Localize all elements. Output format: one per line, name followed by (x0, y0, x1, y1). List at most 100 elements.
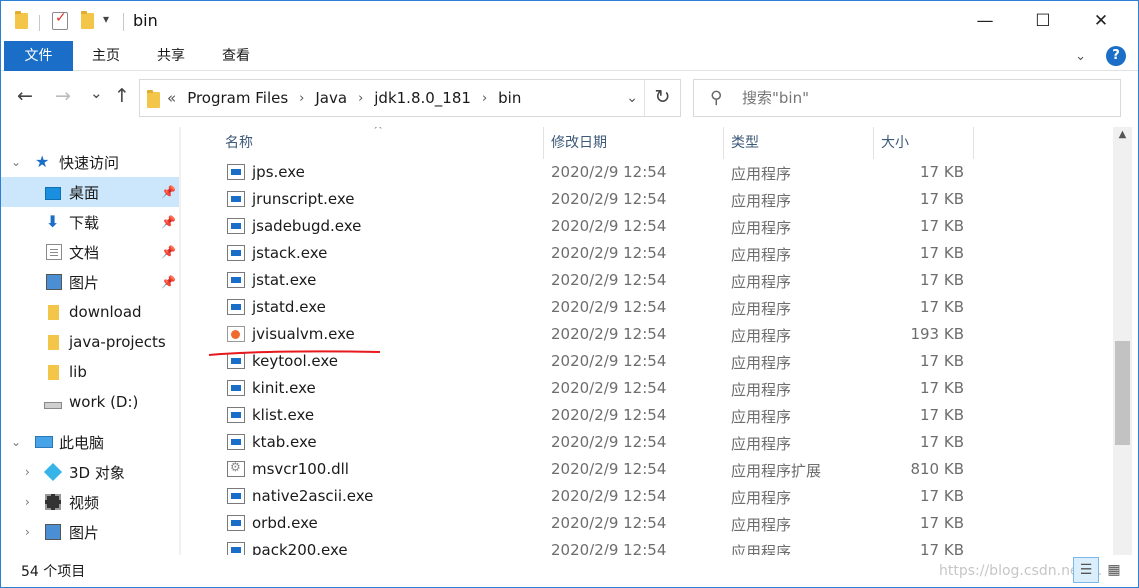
table-row[interactable]: native2ascii.exe 2020/2/9 12:54 应用程序 17 KB (201, 483, 1113, 510)
forward-arrow-icon[interactable]: → (55, 85, 71, 107)
chevron-right-icon[interactable]: › (299, 91, 304, 106)
table-row[interactable]: ktab.exe 2020/2/9 12:54 应用程序 17 KB (201, 429, 1113, 456)
table-row[interactable]: jstack.exe 2020/2/9 12:54 应用程序 17 KB (201, 240, 1113, 267)
folder-icon (48, 364, 59, 380)
help-icon[interactable]: ? (1106, 46, 1126, 66)
up-arrow-icon[interactable]: ↑ (114, 85, 130, 107)
exe-file-icon (227, 488, 245, 504)
chevron-right-icon[interactable]: › (25, 495, 30, 509)
sidebar-item-desktop[interactable]: 桌面 📌 (1, 177, 179, 207)
back-arrow-icon[interactable]: ← (17, 85, 33, 107)
sidebar-item-work-drive[interactable]: work (D:) (1, 387, 179, 417)
scroll-up-icon[interactable]: ▲ (1113, 129, 1132, 140)
column-divider[interactable] (873, 127, 874, 159)
column-divider[interactable] (723, 127, 724, 159)
maximize-button[interactable]: ☐ (1014, 1, 1072, 41)
sidebar-item-documents[interactable]: 文档 📌 (1, 237, 179, 267)
window-title: bin (133, 11, 158, 30)
address-dropdown-icon[interactable]: ⌄ (626, 90, 638, 106)
quick-access-dropdown-icon[interactable]: ▾ (103, 12, 109, 26)
column-header-name[interactable]: 名称 (225, 127, 541, 159)
properties-icon[interactable] (52, 10, 68, 30)
close-button[interactable]: ✕ (1072, 1, 1130, 41)
file-name: ktab.exe (252, 433, 317, 451)
table-row[interactable]: jps.exe 2020/2/9 12:54 应用程序 17 KB (201, 159, 1113, 186)
pin-icon[interactable]: 📌 (161, 215, 176, 229)
tab-view[interactable]: 查看 (207, 41, 265, 71)
file-name: orbd.exe (252, 514, 318, 532)
sidebar-item-pictures[interactable]: 图片 📌 (1, 267, 179, 297)
table-row[interactable]: kinit.exe 2020/2/9 12:54 应用程序 17 KB (201, 375, 1113, 402)
table-row[interactable]: jstatd.exe 2020/2/9 12:54 应用程序 17 KB (201, 294, 1113, 321)
new-folder-icon[interactable] (81, 11, 94, 29)
table-row[interactable]: jvisualvm.exe 2020/2/9 12:54 应用程序 193 KB (201, 321, 1113, 348)
file-name: jvisualvm.exe (252, 325, 355, 343)
column-header-type[interactable]: 类型 (731, 127, 871, 159)
column-divider[interactable] (543, 127, 544, 159)
tab-home[interactable]: 主页 (77, 41, 135, 71)
sidebar-scrollbar[interactable]: ▲ ▼ (179, 127, 181, 555)
column-header-date[interactable]: 修改日期 (551, 127, 721, 159)
chevron-down-icon[interactable]: ⌄ (11, 155, 21, 169)
breadcrumb-java[interactable]: Java (315, 89, 347, 107)
sidebar-item-java-projects[interactable]: java-projects (1, 327, 179, 357)
sidebar-item-download-folder[interactable]: download (1, 297, 179, 327)
table-row[interactable]: klist.exe 2020/2/9 12:54 应用程序 17 KB (201, 402, 1113, 429)
document-icon (46, 244, 62, 260)
tab-file[interactable]: 文件 (4, 41, 73, 71)
pin-icon[interactable]: 📌 (161, 185, 176, 199)
sidebar-item-pictures-pc[interactable]: › 图片 (1, 517, 179, 547)
sidebar-item-label: 桌面 (69, 183, 100, 202)
file-size: 17 KB (920, 541, 964, 555)
table-row[interactable]: jstat.exe 2020/2/9 12:54 应用程序 17 KB (201, 267, 1113, 294)
table-row[interactable]: pack200.exe 2020/2/9 12:54 应用程序 17 KB (201, 537, 1113, 555)
sidebar-item-this-pc[interactable]: ⌄ 此电脑 (1, 427, 179, 457)
chevron-right-icon[interactable]: › (482, 91, 487, 106)
file-modified-date: 2020/2/9 12:54 (551, 541, 667, 555)
column-divider[interactable] (973, 127, 974, 159)
recent-locations-icon[interactable]: ⌄ (90, 84, 103, 102)
file-modified-date: 2020/2/9 12:54 (551, 487, 667, 505)
dll-file-icon (227, 460, 245, 477)
chevron-down-icon[interactable]: ⌄ (1075, 49, 1086, 64)
sidebar-item-3d-objects[interactable]: › 3D 对象 (1, 457, 179, 487)
scroll-down-icon[interactable]: ▼ (179, 539, 181, 550)
large-icons-view-button[interactable]: ▦ (1101, 557, 1127, 583)
details-view-button[interactable]: ☰ (1073, 557, 1099, 583)
file-modified-date: 2020/2/9 12:54 (551, 406, 667, 424)
column-header-size[interactable]: 大小 (881, 127, 971, 159)
search-box[interactable]: ⚲ (693, 79, 1121, 117)
tab-share[interactable]: 共享 (141, 41, 201, 71)
sidebar-item-quick-access[interactable]: ⌄ ★ 快速访问 (1, 147, 179, 177)
title-bar[interactable]: ▾ bin — ☐ ✕ (1, 1, 1138, 41)
search-input[interactable] (742, 89, 1102, 107)
exe-file-icon (227, 380, 245, 396)
minimize-button[interactable]: — (956, 1, 1014, 41)
pin-icon[interactable]: 📌 (161, 245, 176, 259)
pin-icon[interactable]: 📌 (161, 275, 176, 289)
table-row[interactable]: jsadebugd.exe 2020/2/9 12:54 应用程序 17 KB (201, 213, 1113, 240)
file-list-scrollbar[interactable]: ▲ (1113, 127, 1132, 555)
breadcrumb-program-files[interactable]: Program Files (187, 89, 288, 107)
chevron-down-icon[interactable]: ⌄ (11, 435, 21, 449)
file-type: 应用程序扩展 (731, 462, 822, 480)
file-size: 17 KB (920, 352, 964, 370)
address-bar[interactable]: « Program Files › Java › jdk1.8.0_181 › … (139, 79, 681, 117)
sidebar-item-downloads[interactable]: ⬇ 下载 📌 (1, 207, 179, 237)
sidebar-item-videos[interactable]: › 视频 (1, 487, 179, 517)
breadcrumb-overflow[interactable]: « (167, 89, 176, 107)
exe-file-icon (227, 542, 245, 555)
sidebar-item-lib[interactable]: lib (1, 357, 179, 387)
table-row[interactable]: msvcr100.dll 2020/2/9 12:54 应用程序扩展 810 KB (201, 456, 1113, 483)
chevron-right-icon[interactable]: › (358, 91, 363, 106)
breadcrumb-bin[interactable]: bin (498, 89, 521, 107)
chevron-right-icon[interactable]: › (25, 525, 30, 539)
breadcrumb-jdk[interactable]: jdk1.8.0_181 (374, 89, 471, 107)
scrollbar-thumb[interactable] (1115, 341, 1130, 445)
table-row[interactable]: jrunscript.exe 2020/2/9 12:54 应用程序 17 KB (201, 186, 1113, 213)
table-row[interactable]: orbd.exe 2020/2/9 12:54 应用程序 17 KB (201, 510, 1113, 537)
scroll-up-icon[interactable]: ▲ (179, 129, 181, 140)
refresh-icon[interactable]: ↻ (644, 80, 680, 116)
file-size: 17 KB (920, 163, 964, 181)
chevron-right-icon[interactable]: › (25, 465, 30, 479)
